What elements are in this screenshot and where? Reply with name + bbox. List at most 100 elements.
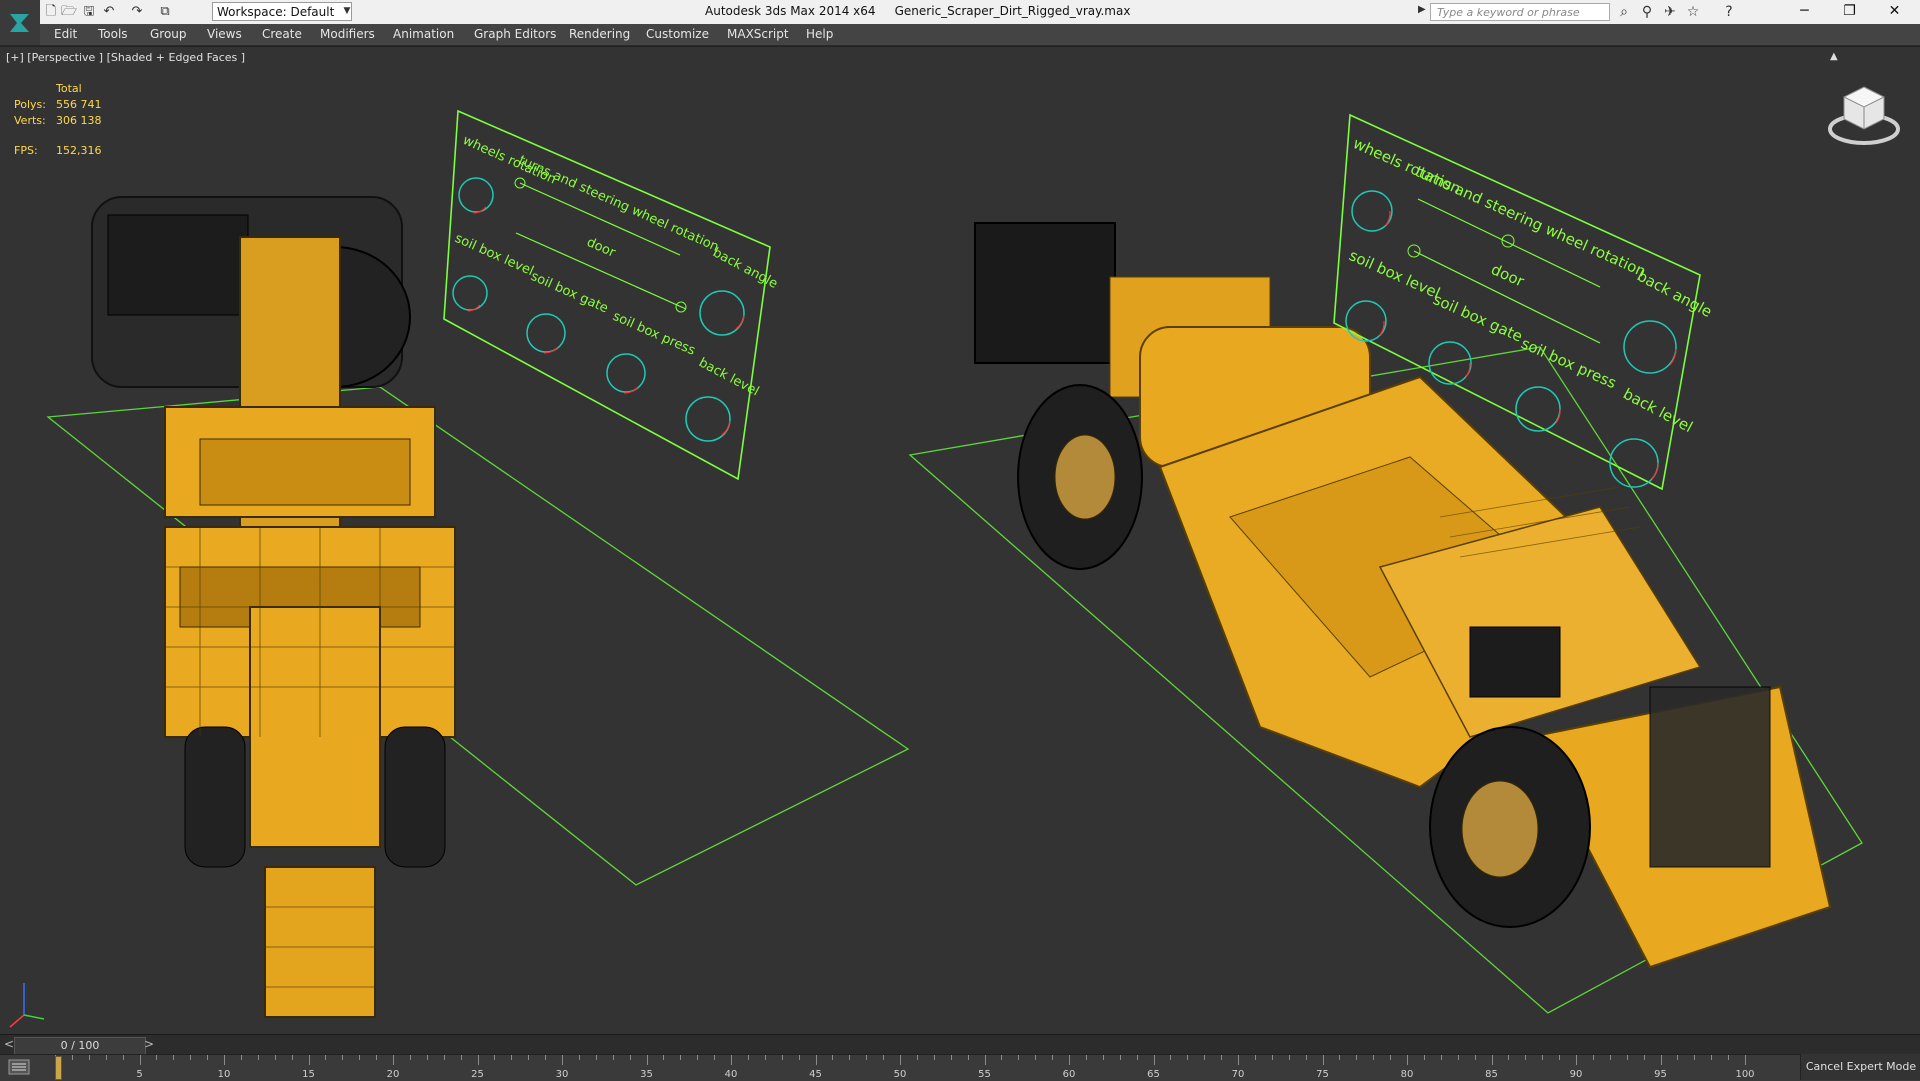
timeline-tick xyxy=(849,1055,851,1060)
app-logo-button[interactable] xyxy=(0,0,40,45)
track-bar[interactable]: 5 10 15 20 25 30 35 40 45 50 55 60 65 70 75 80 85 90 95 100 xyxy=(0,1054,1920,1081)
search-key-icon[interactable]: ⚲ xyxy=(1638,3,1656,21)
menu-modifiers[interactable]: Modifiers xyxy=(320,27,375,41)
stats-total-label: Total xyxy=(56,82,82,95)
redo-icon[interactable]: ↷ xyxy=(128,3,146,21)
timeline-tick xyxy=(1339,1055,1341,1060)
open-file-icon[interactable]: 🗁 xyxy=(60,3,78,21)
timeline-tick xyxy=(173,1055,175,1060)
timeline-tick xyxy=(1204,1055,1206,1060)
wheels-rotation-control[interactable] xyxy=(458,177,494,213)
menu-help[interactable]: Help xyxy=(806,27,833,41)
timeline-tick xyxy=(393,1055,394,1065)
new-file-icon[interactable]: 🗋 xyxy=(42,3,60,21)
timeline-tick xyxy=(291,1055,293,1060)
binoculars-icon[interactable]: ⌕ xyxy=(1615,3,1633,21)
menu-tools[interactable]: Tools xyxy=(98,27,128,41)
chevron-right-icon[interactable]: ▶ xyxy=(1418,4,1426,15)
timeline-tick xyxy=(1254,1055,1256,1060)
timeline-tick xyxy=(325,1055,327,1060)
help-search-input[interactable]: Type a keyword or phrase xyxy=(1430,3,1610,21)
timeline-ruler[interactable]: 5 10 15 20 25 30 35 40 45 50 55 60 65 70 75 80 85 90 95 100 xyxy=(55,1055,1755,1081)
favorites-star-icon[interactable]: ☆ xyxy=(1684,3,1702,21)
scene-canvas[interactable]: wheels rotation turns and steering wheel… xyxy=(0,47,1920,1035)
scraper-model-left[interactable] xyxy=(91,196,456,1018)
menu-rendering[interactable]: Rendering xyxy=(569,27,630,41)
timeline-tick xyxy=(477,1055,479,1065)
soil-box-press-control[interactable] xyxy=(1515,386,1561,432)
label-turns-steering: turns and steering wheel rotation xyxy=(516,153,721,255)
close-button[interactable]: ✕ xyxy=(1872,0,1917,24)
menu-group[interactable]: Group xyxy=(150,27,187,41)
timeline-tick xyxy=(1491,1055,1493,1065)
timeline-tick xyxy=(1592,1055,1594,1060)
timeline-tick xyxy=(1356,1055,1358,1060)
timeline-tick xyxy=(1373,1055,1375,1060)
playhead-handle[interactable] xyxy=(55,1056,62,1080)
help-icon[interactable]: ? xyxy=(1720,3,1738,21)
timeline-tick xyxy=(697,1055,699,1060)
menu-animation[interactable]: Animation xyxy=(393,27,454,41)
timeline-tick xyxy=(900,1055,901,1065)
perspective-viewport[interactable]: wheels rotation turns and steering wheel… xyxy=(0,46,1920,1035)
timeline-tick xyxy=(764,1055,766,1060)
workspace-select[interactable]: Workspace: Default xyxy=(212,2,352,21)
timeline-tick xyxy=(224,1055,225,1065)
chevron-down-icon[interactable]: ▼ xyxy=(340,2,354,21)
file-title: Generic_Scraper_Dirt_Rigged_vray.max xyxy=(894,4,1131,18)
timeline-tick xyxy=(1052,1055,1054,1060)
lock-icon[interactable]: ▲ xyxy=(1830,51,1838,62)
soil-box-press-control[interactable] xyxy=(606,353,646,393)
soil-box-level-control[interactable] xyxy=(452,275,488,311)
timeline-tick xyxy=(967,1055,969,1060)
timeline-tick xyxy=(1001,1055,1003,1060)
cab xyxy=(974,222,1116,364)
timeline-tick-label: 35 xyxy=(640,1069,653,1080)
timeline-tick xyxy=(274,1055,276,1060)
timeline-tick xyxy=(1711,1055,1713,1060)
rig-control-panel-left[interactable]: wheels rotation turns and steering wheel… xyxy=(443,109,780,481)
menu-graph-editors[interactable]: Graph Editors xyxy=(474,27,556,41)
restore-button[interactable]: ❐ xyxy=(1827,0,1872,24)
minimize-button[interactable]: ─ xyxy=(1782,0,1827,24)
menu-customize[interactable]: Customize xyxy=(646,27,709,41)
stats-polys-value: 556 741 xyxy=(56,98,102,111)
timeline-tick xyxy=(511,1055,513,1060)
timeline-tick xyxy=(257,1055,259,1060)
timeline-tick xyxy=(562,1055,563,1065)
time-slider[interactable]: 0 / 100 xyxy=(14,1037,146,1055)
timeline-tick xyxy=(342,1055,344,1060)
menu-views[interactable]: Views xyxy=(207,27,242,41)
menu-edit[interactable]: Edit xyxy=(54,27,77,41)
timeline-tick xyxy=(545,1055,547,1060)
timeline-tick xyxy=(1170,1055,1172,1060)
axis-tripod-icon xyxy=(9,983,45,1028)
back-level-control[interactable] xyxy=(1609,438,1659,488)
timeline-tick xyxy=(1423,1055,1425,1060)
timeline-tick xyxy=(409,1055,411,1060)
menu-maxscript[interactable]: MAXScript xyxy=(727,27,789,41)
timeline-tick xyxy=(815,1055,817,1065)
menu-create[interactable]: Create xyxy=(262,27,302,41)
project-folder-icon[interactable]: ⧉ xyxy=(156,3,174,21)
timeline-tick xyxy=(747,1055,749,1060)
timeline-tick-label: 40 xyxy=(724,1069,738,1080)
viewcube-icon[interactable] xyxy=(1826,79,1902,149)
mini-curve-editor-icon[interactable] xyxy=(8,1059,30,1075)
timeline-tick-label: 65 xyxy=(1147,1069,1160,1080)
timeline-tick-label: 60 xyxy=(1062,1069,1076,1080)
viewport-label-menu[interactable]: [+] [Perspective ] [Shaded + Edged Faces… xyxy=(6,51,245,64)
back-angle-control[interactable] xyxy=(1623,320,1677,374)
timeline-tick xyxy=(1559,1055,1561,1060)
undo-icon[interactable]: ↶ xyxy=(100,3,118,21)
save-icon[interactable]: 🖫 xyxy=(80,3,98,21)
timeline-tick xyxy=(1153,1055,1155,1065)
time-prev-button[interactable]: < xyxy=(4,1037,14,1051)
subscription-icon[interactable]: ✈ xyxy=(1661,3,1679,21)
timeline-tick xyxy=(1440,1055,1442,1060)
cancel-expert-mode-button[interactable]: Cancel Expert Mode xyxy=(1800,1054,1920,1080)
timeline-tick xyxy=(190,1055,192,1060)
time-next-button[interactable]: > xyxy=(144,1037,154,1051)
soil-box-gate-control[interactable] xyxy=(526,313,566,353)
timeline-tick xyxy=(1609,1055,1611,1060)
